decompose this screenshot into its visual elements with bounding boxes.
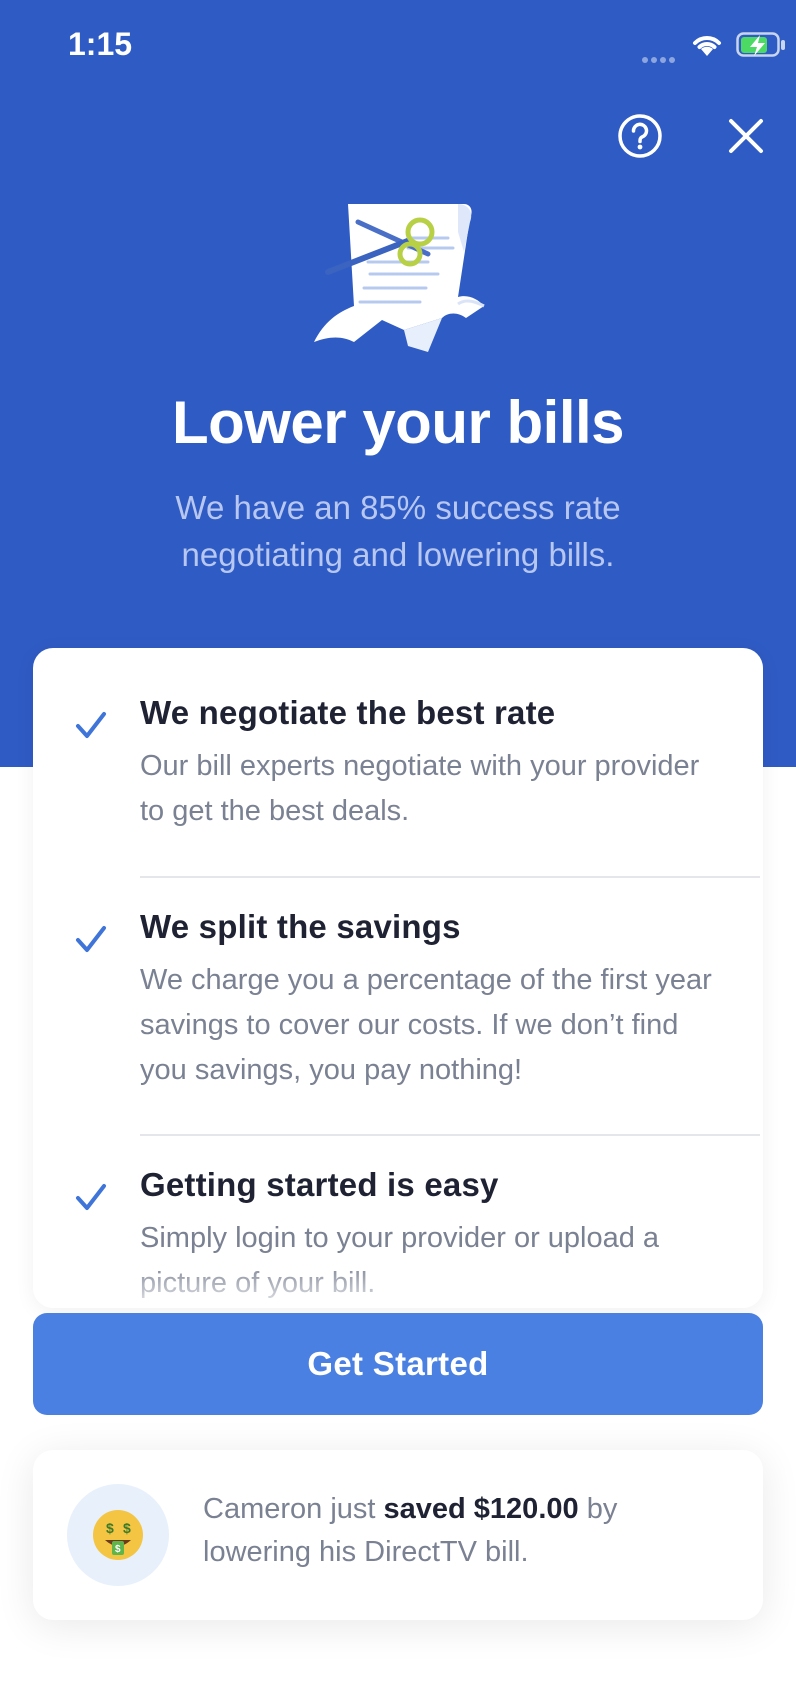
feature-description: We charge you a percentage of the first …	[140, 964, 712, 1086]
feature-title: Getting started is easy	[140, 1166, 499, 1203]
get-started-button[interactable]: Get Started	[33, 1313, 763, 1415]
battery-icon	[736, 32, 785, 57]
divider	[140, 876, 760, 878]
svg-text:$: $	[115, 1544, 121, 1555]
features-card: We negotiate the best rate Our bill expe…	[33, 648, 763, 1308]
social-proof-amount: saved $120.00	[383, 1493, 579, 1525]
social-proof-text: Cameron just saved $120.00 by lowering h…	[203, 1488, 723, 1574]
close-icon	[729, 119, 763, 153]
wifi-icon	[693, 36, 721, 56]
feature-title: We split the savings	[140, 908, 461, 945]
feature-description: Our bill experts negotiate with your pro…	[140, 750, 700, 827]
scroll-fade	[33, 1262, 763, 1308]
help-button[interactable]	[616, 112, 664, 160]
divider	[140, 1134, 760, 1136]
feature-title: We negotiate the best rate	[140, 694, 556, 731]
avatar: $ $ $	[67, 1484, 169, 1586]
page-subtitle: We have an 85% success rate negotiating …	[175, 489, 621, 573]
svg-text:$: $	[123, 1520, 131, 1536]
signal-icon	[642, 50, 682, 63]
bill-scissors-illustration	[314, 204, 485, 352]
svg-text:$: $	[106, 1520, 114, 1536]
question-circle-icon	[618, 114, 662, 158]
checkmark-icon	[76, 712, 106, 738]
close-button[interactable]	[722, 112, 770, 160]
social-proof-card: $ $ $ Cameron just saved $120.00 by lowe…	[33, 1450, 763, 1620]
status-time: 1:15	[68, 26, 133, 62]
checkmark-icon	[76, 1184, 106, 1210]
checkmark-icon	[76, 926, 106, 952]
page-title: Lower your bills	[171, 389, 625, 456]
social-proof-prefix: Cameron just	[203, 1493, 384, 1525]
money-mouth-face-icon: $ $ $	[93, 1510, 143, 1560]
